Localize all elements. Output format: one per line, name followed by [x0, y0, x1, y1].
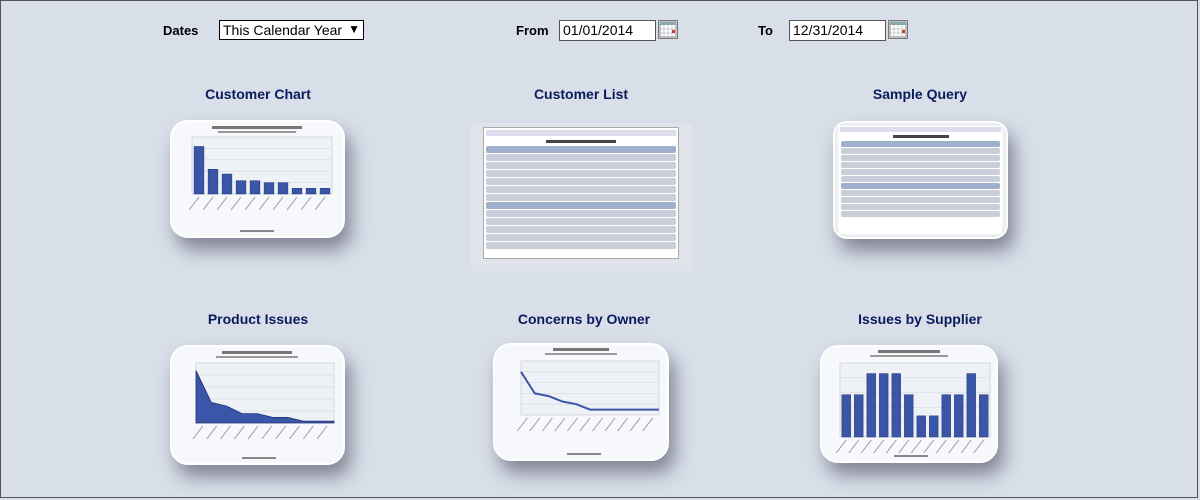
bar [263, 182, 275, 195]
dates-select-value: This Calendar Year [223, 22, 343, 38]
report-row [486, 218, 676, 225]
dates-label: Dates [163, 23, 199, 38]
chevron-down-icon[interactable]: ▼ [348, 22, 360, 36]
bar [249, 180, 261, 195]
bar [866, 373, 876, 438]
chart-title-bar [222, 351, 292, 354]
customer-chart-preview [172, 122, 343, 236]
chart-title-bar [878, 350, 940, 353]
report-toolbar [486, 130, 676, 136]
bar [841, 394, 851, 438]
bar [941, 394, 951, 438]
dates-select[interactable]: This Calendar Year ▼ [219, 20, 364, 40]
report-row [841, 190, 1000, 196]
report-header-row [486, 202, 676, 209]
report-row [841, 148, 1000, 154]
chart-subtitle-bar [216, 356, 298, 358]
bar [916, 415, 926, 438]
concerns-by-owner-thumbnail[interactable] [493, 343, 669, 461]
product-issues-thumbnail[interactable] [170, 345, 345, 465]
report-row [841, 197, 1000, 203]
bar [854, 394, 864, 438]
report-row [486, 154, 676, 161]
card-title-customer-chart[interactable]: Customer Chart [138, 86, 378, 102]
bar [221, 173, 233, 195]
bar [929, 415, 939, 438]
from-date-field[interactable]: 01/01/2014 [559, 20, 656, 41]
card-title-issues-by-supplier[interactable]: Issues by Supplier [800, 311, 1040, 327]
axis-caption-bar [242, 457, 276, 459]
report-row [841, 169, 1000, 175]
card-title-product-issues[interactable]: Product Issues [138, 311, 378, 327]
calendar-icon[interactable] [888, 20, 908, 39]
report-row [486, 178, 676, 185]
axis-caption-bar [894, 455, 928, 457]
report-row [486, 242, 676, 249]
bar [979, 394, 989, 438]
report-row [486, 162, 676, 169]
chart-subtitle-bar [218, 131, 296, 133]
sample-query-preview [839, 126, 1002, 234]
product-issues-preview [172, 347, 343, 463]
report-toolbar [840, 127, 1001, 132]
report-row [841, 176, 1000, 182]
customer-list-preview [483, 127, 679, 259]
bar [966, 373, 976, 438]
report-title-bar [546, 140, 616, 143]
report-row [486, 226, 676, 233]
report-row [841, 162, 1000, 168]
report-row [486, 210, 676, 217]
customer-list-thumbnail[interactable] [471, 123, 692, 271]
issues-by-supplier-thumbnail[interactable] [820, 345, 998, 463]
report-row [486, 194, 676, 201]
card-title-concerns-by-owner[interactable]: Concerns by Owner [464, 311, 704, 327]
report-header-row [841, 141, 1000, 147]
bar [235, 180, 247, 195]
report-row [841, 211, 1000, 217]
bar [904, 394, 914, 438]
calendar-icon[interactable] [658, 20, 678, 39]
axis-caption-bar [240, 230, 274, 232]
bar [277, 182, 289, 195]
report-row [486, 186, 676, 193]
plot-area [520, 360, 660, 416]
card-title-customer-list[interactable]: Customer List [461, 86, 701, 102]
chart-title-bar [553, 348, 609, 351]
bar [319, 188, 331, 195]
report-header-row [486, 146, 676, 153]
chart-subtitle-bar [545, 353, 617, 355]
bar [291, 188, 303, 195]
report-title-bar [892, 135, 949, 138]
axis-caption-bar [567, 453, 601, 455]
bar [891, 373, 901, 438]
bar [193, 146, 205, 195]
to-date-field[interactable]: 12/31/2014 [789, 20, 886, 41]
report-row [486, 170, 676, 177]
card-title-sample-query[interactable]: Sample Query [800, 86, 1040, 102]
chart-subtitle-bar [870, 355, 948, 357]
bar [305, 188, 317, 195]
concerns-by-owner-preview [495, 345, 667, 459]
bar [207, 169, 219, 195]
customer-chart-thumbnail[interactable] [170, 120, 345, 238]
bar [954, 394, 964, 438]
bar [879, 373, 889, 438]
issues-by-supplier-preview [822, 347, 996, 461]
from-label: From [516, 23, 549, 38]
report-header-row [841, 183, 1000, 189]
sample-query-thumbnail[interactable] [833, 121, 1008, 239]
report-row [486, 234, 676, 241]
report-row [841, 155, 1000, 161]
report-row [841, 204, 1000, 210]
to-label: To [758, 23, 773, 38]
chart-title-bar [212, 126, 302, 129]
